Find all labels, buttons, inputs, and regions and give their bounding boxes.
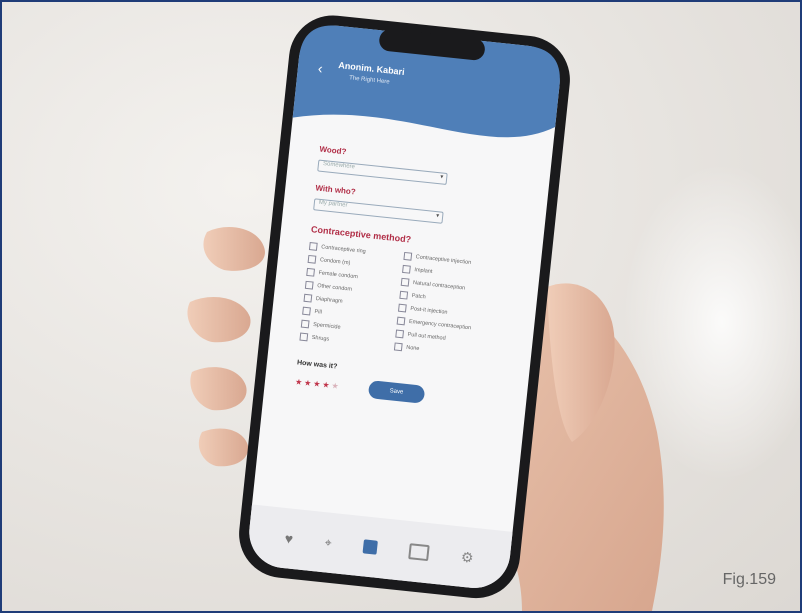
star-icon[interactable]: ★ <box>295 377 303 387</box>
card-icon[interactable] <box>408 543 431 562</box>
checkbox[interactable] <box>396 316 406 326</box>
method-label: None <box>405 344 420 353</box>
method-label: Pull out method <box>407 331 446 342</box>
method-label: Natural contraception <box>412 280 466 292</box>
figure-label: Fig.159 <box>722 571 776 588</box>
checkbox[interactable] <box>400 277 410 287</box>
method-label: Spermicide <box>312 321 341 331</box>
star-icon[interactable]: ★ <box>331 381 339 391</box>
back-chevron-icon[interactable]: ‹ <box>317 60 323 76</box>
method-label: Implant <box>414 267 433 275</box>
method-label: Patch <box>411 292 426 301</box>
checkbox[interactable] <box>395 329 405 339</box>
checkbox[interactable] <box>397 303 407 313</box>
header-subtitle: The Right Here <box>348 75 390 86</box>
method-label: Post-it injection <box>410 305 448 316</box>
star-icon[interactable]: ★ <box>313 379 321 389</box>
checkbox[interactable] <box>302 306 311 316</box>
checkbox[interactable] <box>403 251 413 261</box>
method-label: Female condom <box>318 270 359 281</box>
chevron-down-icon: ▾ <box>439 174 444 181</box>
star-rating[interactable]: ★ ★ ★ ★ ★ <box>295 377 340 391</box>
header-title: Anonim. Kabari <box>337 60 406 77</box>
star-icon[interactable]: ★ <box>322 380 330 390</box>
method-label: Other condom <box>316 283 353 293</box>
where-select-value: Somewhere <box>322 161 356 171</box>
method-label: Emergency contraception <box>408 318 472 332</box>
method-label: Diaphragm <box>315 295 343 305</box>
star-icon[interactable]: ★ <box>304 378 312 388</box>
method-label: Pill <box>314 308 323 316</box>
checkbox[interactable] <box>399 290 409 300</box>
checkbox[interactable] <box>299 332 309 342</box>
who-select-value: My partner <box>318 199 348 209</box>
methods-grid: Contraceptive ring Condom (m) Female condo… <box>299 242 509 366</box>
pin-icon[interactable]: ⌖ <box>324 535 332 551</box>
checkbox[interactable] <box>393 342 403 352</box>
checkbox[interactable] <box>304 280 314 290</box>
checkbox[interactable] <box>300 319 310 329</box>
method-label: Contraceptive ring <box>320 244 366 255</box>
methods-right-column: Contraceptive injection Implant Natural co… <box>393 251 503 366</box>
chevron-down-icon: ▾ <box>435 213 440 220</box>
checkbox[interactable] <box>303 293 313 303</box>
form: Wood? Somewhere ▾ With who? My partner ▾… <box>294 145 519 412</box>
calendar-icon[interactable] <box>362 539 379 555</box>
checkbox[interactable] <box>307 254 317 264</box>
methods-left-column: Contraceptive ring Condom (m) Female condo… <box>299 242 394 354</box>
checkbox[interactable] <box>402 264 411 274</box>
photo-frame: ‹ Anonim. Kabari The Right Here Wood? So… <box>0 0 802 613</box>
method-label: Condom (m) <box>319 257 351 267</box>
checkbox[interactable] <box>308 242 318 251</box>
gear-icon[interactable]: ⚙ <box>460 548 474 566</box>
checkbox[interactable] <box>306 267 316 277</box>
method-label: Contraceptive injection <box>415 254 472 266</box>
save-button[interactable]: Save <box>367 380 426 404</box>
heart-icon[interactable]: ♥ <box>284 530 294 547</box>
method-label: Shrugs <box>311 334 330 343</box>
